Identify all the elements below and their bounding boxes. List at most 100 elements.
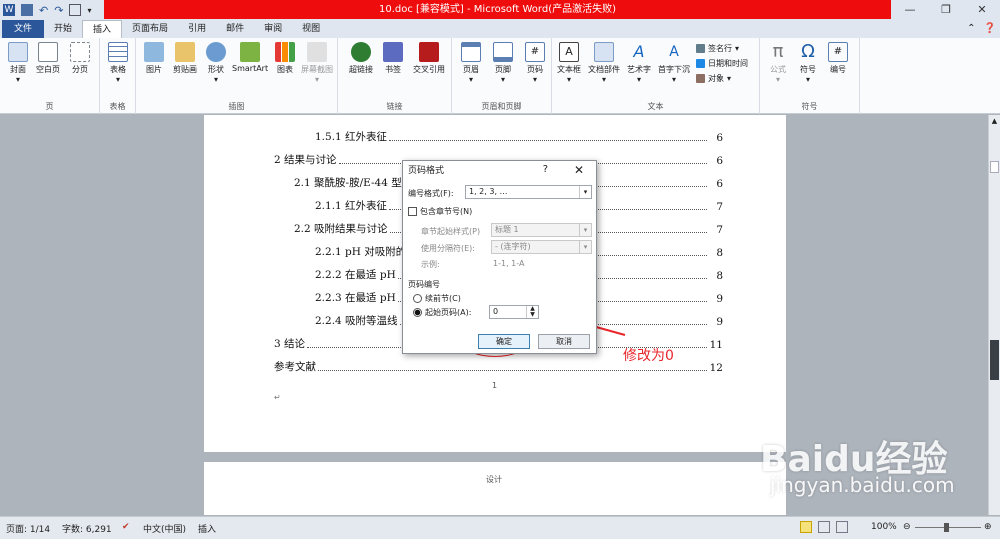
- minimize-button[interactable]: —: [892, 0, 928, 20]
- date-time-button[interactable]: 日期和时间: [696, 58, 748, 69]
- bookmark-button[interactable]: 书签: [380, 42, 406, 75]
- tab-mailings[interactable]: 邮件: [216, 20, 254, 38]
- symbol-button[interactable]: Ω 符号 ▾: [794, 42, 822, 85]
- chart-button[interactable]: 图表: [272, 42, 298, 75]
- screenshot-icon: [307, 42, 327, 62]
- picture-button[interactable]: 图片: [140, 42, 168, 75]
- cover-button[interactable]: 封面 ▾: [4, 42, 32, 84]
- web-view-icon[interactable]: [836, 521, 848, 533]
- tab-file[interactable]: 文件: [2, 20, 45, 38]
- word-count[interactable]: 字数: 6,291: [62, 522, 112, 535]
- dialog-help-button[interactable]: ?: [543, 164, 548, 175]
- zoom-in-icon[interactable]: ⊕: [984, 522, 992, 532]
- dialog-close-button[interactable]: ✕: [574, 163, 584, 177]
- textbox-button[interactable]: A 文本框 ▾: [554, 42, 584, 84]
- hyperlink-button[interactable]: 超链接: [346, 42, 376, 75]
- example-value: 1-1, 1-A: [493, 259, 525, 268]
- customize-qat-icon[interactable]: ▾: [87, 6, 91, 15]
- tab-page-layout[interactable]: 页面布局: [122, 20, 178, 38]
- tab-home[interactable]: 开始: [44, 20, 82, 38]
- scroll-up-icon[interactable]: ▲: [990, 117, 999, 126]
- blank-page-button[interactable]: 空白页: [34, 42, 62, 75]
- close-window-button[interactable]: ✕: [964, 0, 1000, 20]
- group-pages: 封面 ▾ 空白页 分页 页: [0, 38, 100, 114]
- restore-button[interactable]: ❐: [928, 0, 964, 20]
- quick-parts-label: 文档部件: [588, 65, 620, 74]
- drop-cap-icon: A: [669, 44, 679, 60]
- page-number-label: 页码: [527, 65, 543, 74]
- clipart-button[interactable]: 剪贴画: [170, 42, 200, 75]
- insert-mode[interactable]: 插入: [198, 522, 216, 535]
- collapse-ribbon-icon[interactable]: ⌃: [967, 23, 975, 34]
- drop-cap-label: 首字下沉: [658, 65, 690, 74]
- group-text: A 文本框 ▾ 文档部件 ▾ A 艺术字 ▾ A 首字下沉 ▾ 签名行 ▾ 日期和时间 对象 ▾ …: [552, 38, 760, 114]
- screenshot-button[interactable]: 屏幕截图 ▾: [300, 42, 334, 84]
- proofing-icon[interactable]: ✔: [122, 522, 130, 532]
- toc-page: 9: [716, 316, 723, 328]
- page-number-button[interactable]: # 页码 ▾: [520, 42, 550, 84]
- paragraph-mark-icon: ↵: [274, 393, 281, 402]
- object-button[interactable]: 对象 ▾: [696, 73, 731, 84]
- separator-select[interactable]: - (连字符) ▾: [491, 240, 592, 254]
- chapter-style-label: 章节起始样式(P): [421, 227, 481, 236]
- toc-line[interactable]: 1.5.1 红外表征 6: [315, 129, 723, 144]
- full-screen-view-icon[interactable]: [818, 521, 830, 533]
- scroll-side-widget[interactable]: [990, 340, 999, 380]
- header-button[interactable]: 页眉 ▾: [456, 42, 486, 84]
- wordart-button[interactable]: A 艺术字 ▾: [624, 42, 654, 84]
- page-count[interactable]: 页面: 1/14: [6, 522, 50, 535]
- toc-text: 3 结论: [274, 338, 306, 350]
- tab-review[interactable]: 审阅: [254, 20, 292, 38]
- smartart-label: SmartArt: [232, 64, 269, 73]
- footer-button[interactable]: 页脚 ▾: [488, 42, 518, 84]
- wordart-icon: A: [633, 42, 645, 61]
- drop-cap-button[interactable]: A 首字下沉 ▾: [656, 42, 692, 84]
- help-icon[interactable]: ❓: [984, 23, 996, 34]
- redo-icon[interactable]: ↷: [54, 4, 63, 17]
- group-symbols: π 公式 ▾ Ω 符号 ▾ # 编号 符号: [760, 38, 860, 114]
- number-format-select[interactable]: 1, 2, 3, … ▾: [465, 185, 592, 199]
- zoom-slider-thumb[interactable]: [944, 523, 949, 532]
- smartart-button[interactable]: SmartArt: [232, 42, 268, 73]
- undo-icon[interactable]: ↶: [39, 4, 48, 17]
- spinner-icon[interactable]: ▲ ▼: [526, 306, 538, 318]
- table-button[interactable]: 表格 ▾: [104, 42, 132, 84]
- cancel-button[interactable]: 取消: [538, 334, 590, 349]
- ok-button[interactable]: 确定: [478, 334, 530, 349]
- start-at-radio[interactable]: 起始页码(A):: [413, 307, 471, 318]
- print-layout-view-icon[interactable]: [800, 521, 812, 533]
- scroll-thumb[interactable]: [990, 161, 999, 173]
- zoom-level[interactable]: 100%: [871, 522, 897, 532]
- hyperlink-label: 超链接: [349, 65, 373, 74]
- picture-icon: [144, 42, 164, 62]
- quick-parts-button[interactable]: 文档部件 ▾: [586, 42, 622, 84]
- tab-view[interactable]: 视图: [292, 20, 330, 38]
- save-icon[interactable]: [21, 4, 33, 16]
- start-at-input[interactable]: 0 ▲ ▼: [489, 305, 539, 319]
- zoom-out-icon[interactable]: ⊖: [903, 522, 911, 532]
- group-symbols-label: 符号: [801, 102, 818, 111]
- vertical-scrollbar[interactable]: ▲: [988, 115, 1000, 515]
- chapter-style-select[interactable]: 标题 1 ▾: [491, 223, 592, 237]
- language[interactable]: 中文(中国): [143, 522, 186, 535]
- tab-references[interactable]: 引用: [178, 20, 216, 38]
- document-page-2[interactable]: 设计: [204, 462, 786, 515]
- signature-icon: [696, 44, 705, 53]
- tab-insert[interactable]: 插入: [82, 20, 123, 38]
- hyperlink-icon: [351, 42, 371, 62]
- continue-radio[interactable]: 续前节(C): [413, 293, 461, 304]
- signature-label: 签名行: [708, 44, 732, 53]
- group-text-label: 文本: [647, 102, 664, 111]
- include-chapter-checkbox[interactable]: 包含章节号(N): [408, 206, 472, 217]
- page-break-button[interactable]: 分页: [66, 42, 94, 75]
- cross-reference-button[interactable]: 交叉引用: [410, 42, 448, 75]
- toc-page: 6: [716, 132, 723, 144]
- number-button[interactable]: # 编号: [824, 42, 852, 75]
- print-preview-icon[interactable]: [69, 4, 82, 16]
- signature-line-button[interactable]: 签名行 ▾: [696, 43, 739, 54]
- page-footer-number: 1: [492, 381, 498, 390]
- group-tables: 表格 ▾ 表格: [100, 38, 136, 114]
- shapes-button[interactable]: 形状 ▾: [202, 42, 230, 84]
- equation-button[interactable]: π 公式 ▾: [764, 42, 792, 85]
- ribbon-tabs: 文件 开始 插入 页面布局 引用 邮件 审阅 视图 ⌃ ❓: [0, 20, 1000, 38]
